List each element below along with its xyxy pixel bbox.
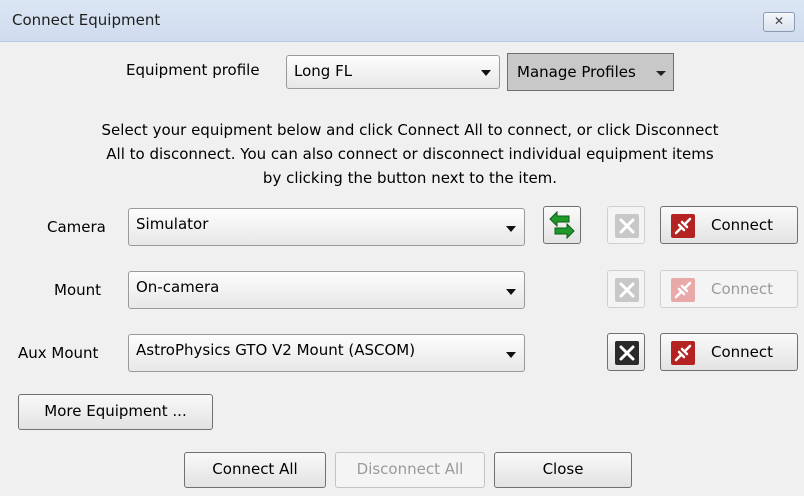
instructions-line: by clicking the button next to the item. xyxy=(262,169,558,187)
chevron-down-icon xyxy=(506,352,516,358)
equipment-profile-select[interactable]: Long FL xyxy=(286,55,500,89)
mount-connect-label: Connect xyxy=(711,280,774,298)
connect-all-label: Connect All xyxy=(212,460,298,478)
close-button[interactable]: Close xyxy=(494,452,632,488)
camera-connect-label: Connect xyxy=(711,216,774,234)
instructions-line: All to disconnect. You can also connect … xyxy=(106,145,714,163)
aux-mount-connect-button[interactable]: Connect xyxy=(660,333,798,371)
mount-select[interactable]: On-camera xyxy=(128,271,525,309)
aux-mount-value: AstroPhysics GTO V2 Mount (ASCOM) xyxy=(136,341,416,359)
camera-setup-button[interactable] xyxy=(607,206,645,244)
more-equipment-label: More Equipment ... xyxy=(44,402,187,420)
aux-mount-label: Aux Mount xyxy=(18,344,99,362)
tools-icon xyxy=(615,341,639,365)
camera-select[interactable]: Simulator xyxy=(128,208,525,246)
disconnect-all-label: Disconnect All xyxy=(356,460,464,478)
connect-all-button[interactable]: Connect All xyxy=(184,452,326,488)
equipment-profile-label: Equipment profile xyxy=(126,61,260,79)
close-window-button[interactable]: ✕ xyxy=(763,12,795,32)
mount-label: Mount xyxy=(54,281,102,299)
close-label: Close xyxy=(542,460,584,478)
mount-value: On-camera xyxy=(136,278,220,296)
mount-connect-button[interactable]: Connect xyxy=(660,270,798,308)
chevron-down-icon xyxy=(656,71,666,76)
tools-icon xyxy=(615,278,639,302)
instructions-text: Select your equipment below and click Co… xyxy=(40,118,780,190)
aux-mount-select[interactable]: AstroPhysics GTO V2 Mount (ASCOM) xyxy=(128,334,525,372)
tools-icon xyxy=(615,214,639,238)
equipment-profile-value: Long FL xyxy=(294,62,353,80)
manage-profiles-label: Manage Profiles xyxy=(517,63,636,81)
title-bar: Connect Equipment ✕ xyxy=(0,0,804,42)
aux-mount-setup-button[interactable] xyxy=(607,333,645,371)
camera-connect-button[interactable]: Connect xyxy=(660,206,798,244)
chevron-down-icon xyxy=(506,289,516,295)
swap-camera-button[interactable] xyxy=(543,206,581,244)
chevron-down-icon xyxy=(506,226,516,232)
plug-icon xyxy=(671,341,695,365)
window-title: Connect Equipment xyxy=(12,11,161,29)
chevron-down-icon xyxy=(481,70,491,76)
camera-value: Simulator xyxy=(136,215,209,233)
camera-label: Camera xyxy=(47,218,106,236)
plug-icon xyxy=(671,278,695,302)
instructions-line: Select your equipment below and click Co… xyxy=(101,121,719,139)
manage-profiles-button[interactable]: Manage Profiles xyxy=(507,53,674,91)
close-icon: ✕ xyxy=(773,14,785,28)
mount-setup-button[interactable] xyxy=(607,270,645,308)
more-equipment-button[interactable]: More Equipment ... xyxy=(18,394,213,430)
disconnect-all-button[interactable]: Disconnect All xyxy=(335,452,485,488)
aux-mount-connect-label: Connect xyxy=(711,343,774,361)
plug-icon xyxy=(671,214,695,238)
swap-cameras-icon xyxy=(549,210,575,240)
